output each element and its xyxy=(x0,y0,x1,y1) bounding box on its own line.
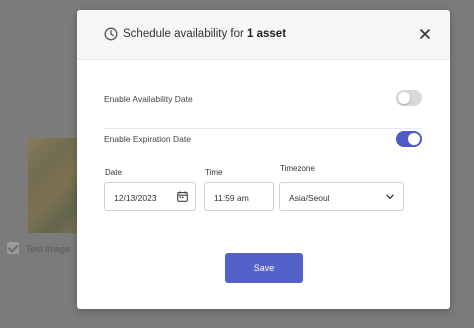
time-value: 11:59 am xyxy=(214,193,249,203)
time-field[interactable]: 11:59 am xyxy=(204,182,274,211)
date-field[interactable]: 12/13/2023 xyxy=(104,182,196,211)
close-icon[interactable] xyxy=(419,28,431,40)
asset-label: Test Image xyxy=(26,244,71,254)
date-value: 12/13/2023 xyxy=(114,193,157,203)
time-label: Time xyxy=(205,168,223,177)
save-button[interactable]: Save xyxy=(225,253,303,283)
section-divider xyxy=(104,128,422,129)
availability-date-toggle[interactable] xyxy=(396,90,422,106)
clock-icon xyxy=(104,27,118,41)
timezone-label: Timezone xyxy=(280,164,315,173)
expiration-date-label: Enable Expiration Date xyxy=(104,134,191,144)
calendar-icon[interactable] xyxy=(177,191,188,202)
asset-thumbnail xyxy=(28,138,78,233)
dialog-title-text: Schedule availability for xyxy=(123,28,244,40)
dialog-title: Schedule availability for 1 asset xyxy=(123,28,286,40)
date-label: Date xyxy=(105,168,122,177)
availability-date-label: Enable Availability Date xyxy=(104,94,193,104)
chevron-down-icon xyxy=(386,194,394,200)
asset-checkbox xyxy=(7,242,19,254)
dialog-header: Schedule availability for 1 asset xyxy=(77,10,450,60)
dialog-title-count: 1 asset xyxy=(247,28,287,40)
timezone-value: Asia/Seoul xyxy=(289,193,330,203)
schedule-availability-dialog: Schedule availability for 1 asset Enable… xyxy=(77,10,450,309)
timezone-select[interactable]: Asia/Seoul xyxy=(279,182,404,211)
expiration-date-toggle[interactable] xyxy=(396,131,422,147)
toggle-knob xyxy=(408,133,420,145)
toggle-knob xyxy=(398,92,410,104)
